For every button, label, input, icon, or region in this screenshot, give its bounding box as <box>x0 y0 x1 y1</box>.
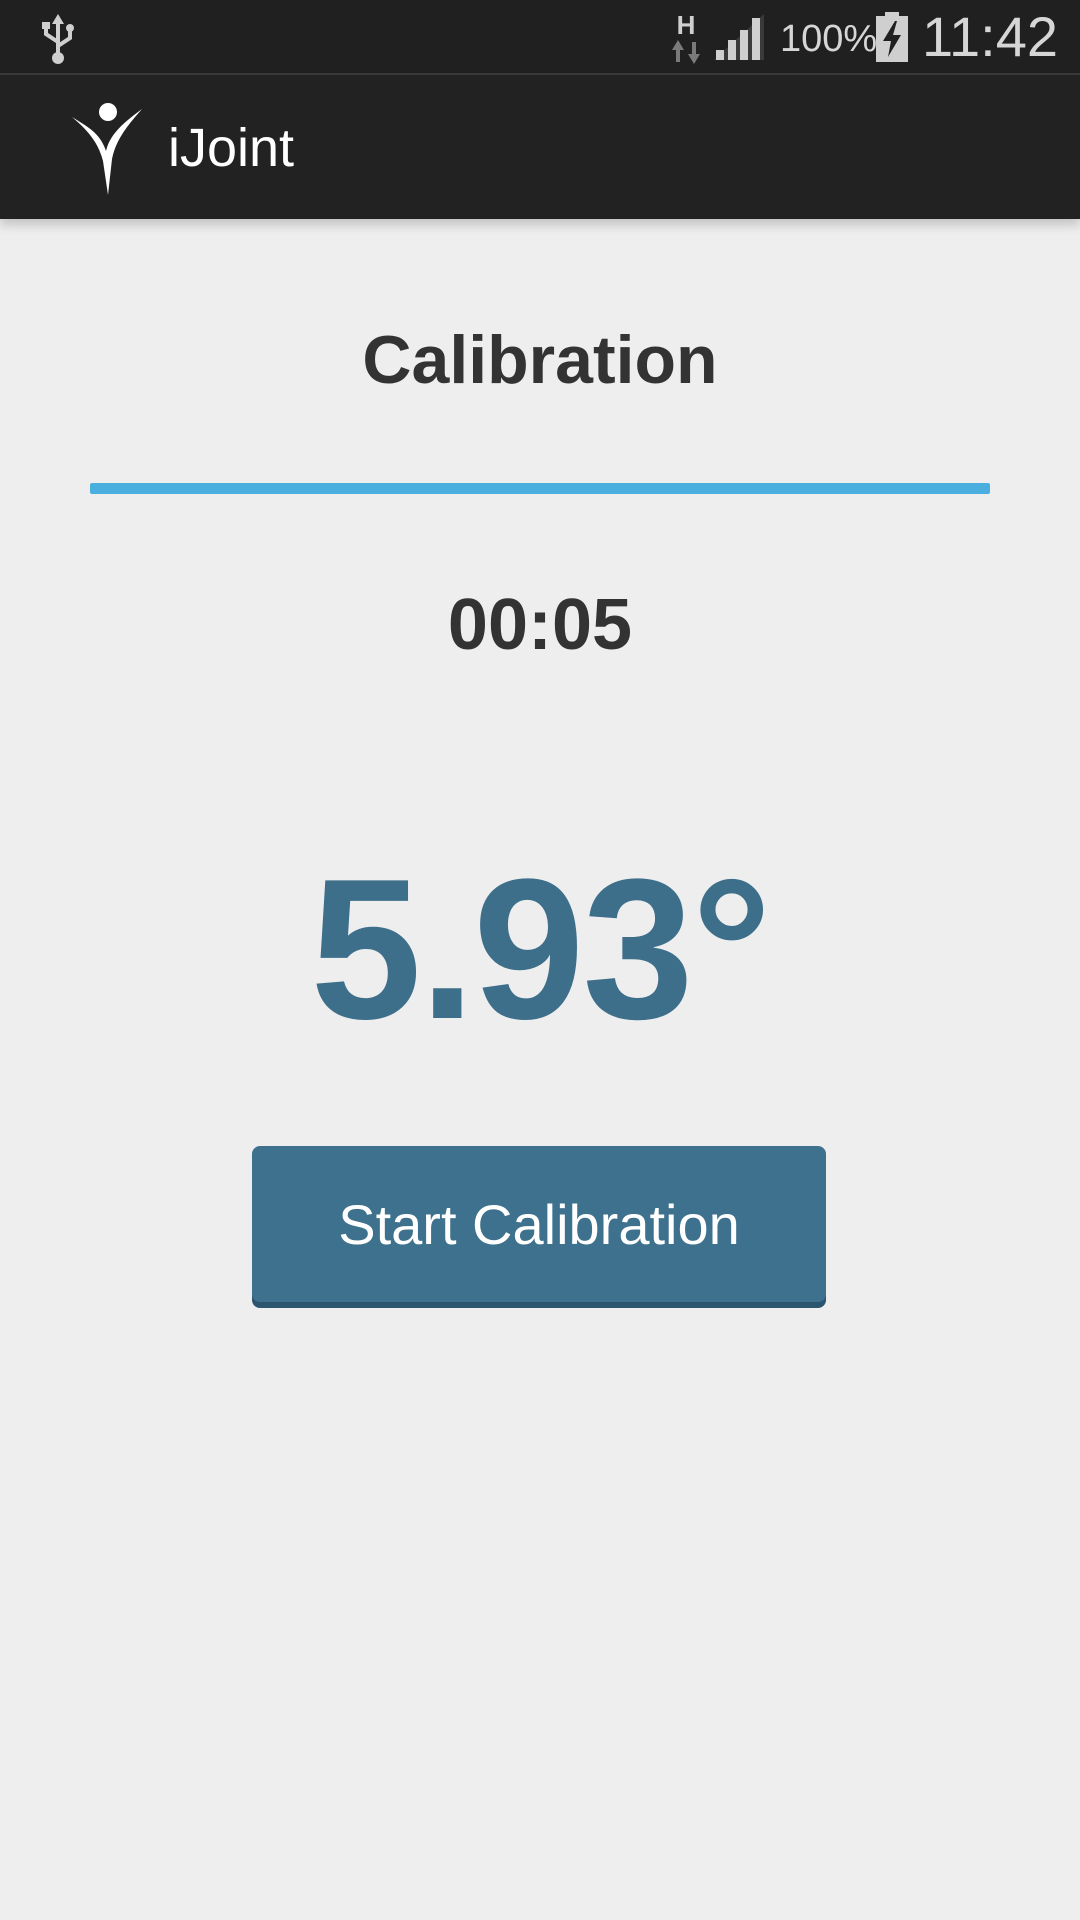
battery-percent: 100% <box>780 18 878 60</box>
progress-fill <box>90 483 990 494</box>
network-type-label: H <box>677 10 696 40</box>
status-clock: 11:42 <box>922 5 1058 68</box>
status-bar: H 100% 11:42 <box>0 0 1080 75</box>
usb-icon <box>42 14 74 64</box>
calibration-progress-bar <box>90 483 990 494</box>
start-calibration-button[interactable]: Start Calibration <box>252 1146 826 1302</box>
mobile-data-icon: H <box>672 10 700 64</box>
battery-charging-icon <box>876 12 908 62</box>
timer-readout: 00:05 <box>447 585 633 665</box>
ijoint-logo-icon[interactable] <box>70 99 146 197</box>
action-bar: iJoint <box>0 75 1080 219</box>
angle-readout: 5.93° <box>310 838 771 1061</box>
signal-icon <box>714 14 764 60</box>
app-title: iJoint <box>168 118 295 178</box>
page-title: Calibration <box>362 322 718 398</box>
